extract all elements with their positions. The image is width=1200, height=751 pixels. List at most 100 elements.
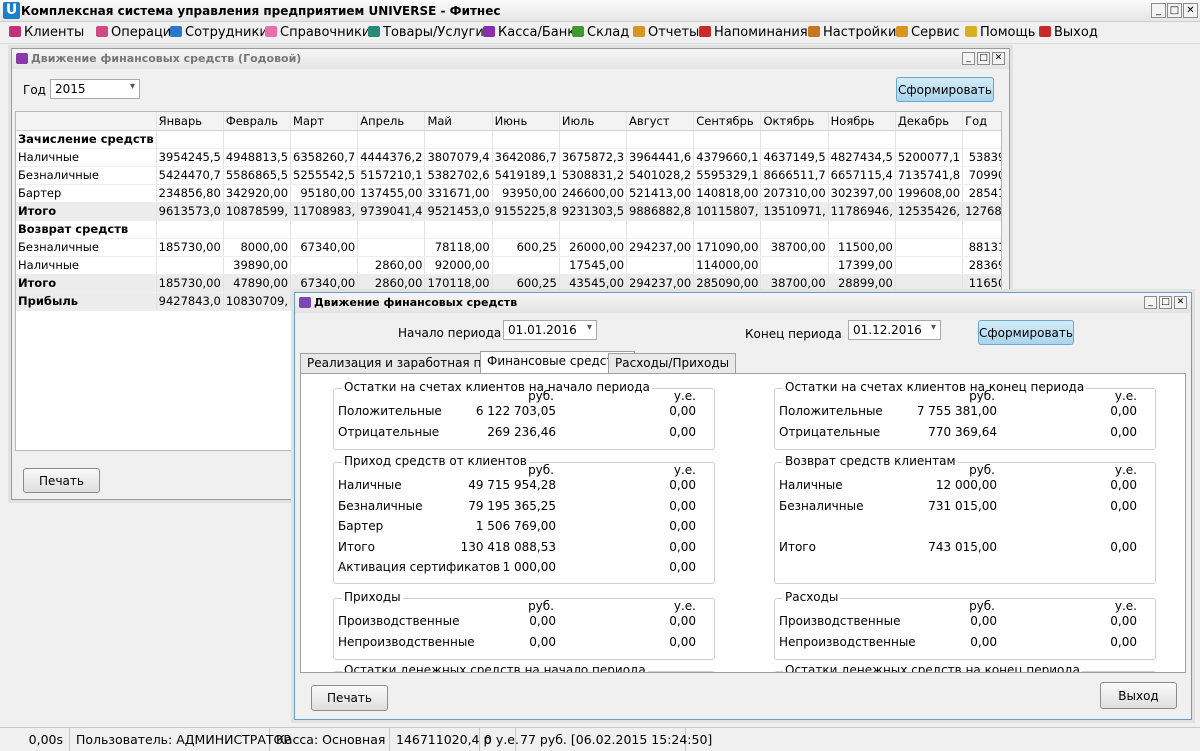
flow-exit-button[interactable]: Выход (1100, 682, 1177, 709)
app-title: Комплексная система управления предприят… (21, 4, 501, 18)
column-header[interactable]: Май (424, 112, 493, 131)
maximize-icon[interactable]: □ (1167, 3, 1182, 18)
table-cell (828, 220, 896, 239)
table-cell: 47890,00 (223, 274, 292, 293)
table-row[interactable]: Бартер 234856,80 342920,00 95180,00 137455,0… (16, 184, 1001, 203)
table-row[interactable]: Наличные 3954245,5 4948813,5 6358260,7 44443… (16, 148, 1001, 167)
finance-row-label: Бартер (338, 519, 384, 533)
table-cell (156, 256, 224, 275)
maximize-icon[interactable]: □ (1159, 296, 1172, 309)
table-cell: 5419189,1 (492, 166, 560, 185)
table-cell: 17399,00 (828, 256, 896, 275)
status-user: Пользователь: АДМИНИСТРАТОР (70, 728, 291, 751)
menu-item-reminders[interactable]: Напоминания (699, 25, 808, 40)
maximize-icon[interactable]: □ (977, 52, 990, 65)
table-cell (492, 220, 560, 239)
close-icon[interactable]: ✕ (992, 52, 1005, 65)
minimize-icon[interactable]: _ (1144, 296, 1157, 309)
finance-row-label: Итого (338, 539, 375, 554)
table-row[interactable]: Итого 185730,00 47890,00 67340,00 2860,00 170… (16, 274, 1001, 293)
close-icon[interactable]: ✕ (1183, 3, 1198, 18)
menu-item-goods[interactable]: Товары/Услуги (368, 25, 484, 40)
column-header[interactable]: Апрель (357, 112, 426, 131)
menu-item-exit[interactable]: Выход (1039, 25, 1098, 40)
table-cell: 43545,00 (559, 274, 628, 293)
flow-print-button[interactable]: Печать (311, 685, 388, 711)
period-end-date[interactable]: 01.12.2016 (848, 320, 941, 340)
menu-item-label: Напоминания (714, 25, 808, 40)
table-cell: 5200077,1 (895, 148, 964, 167)
table-cell: 3954245,5 (156, 148, 224, 167)
table-cell (492, 256, 560, 275)
menu-item-service[interactable]: Сервис (896, 25, 960, 40)
finance-group: Остатки на счетах клиентов на конец пери… (774, 380, 1156, 450)
table-cell: 10878599, (223, 202, 292, 221)
menu-item-label: Склад (587, 25, 630, 40)
table-cell (962, 220, 1001, 239)
column-header[interactable]: Год (962, 112, 1001, 131)
year-select[interactable]: 2015 (50, 79, 140, 99)
finance-row-ue: 0,00 (669, 614, 696, 628)
app-title-bar: U Комплексная система управления предпри… (0, 0, 1200, 22)
table-cell: 95180,00 (290, 184, 359, 203)
menu-item-cash[interactable]: Касса/Банк (483, 25, 575, 40)
table-cell: 3807079,4 (424, 148, 493, 167)
table-row[interactable]: Возврат средств (16, 220, 1001, 239)
table-row[interactable]: Зачисление средств (16, 130, 1001, 149)
table-cell: 38700,00 (760, 274, 829, 293)
ue-header: у.е. (673, 463, 696, 477)
column-header[interactable]: Июнь (492, 112, 560, 131)
minimize-icon[interactable]: _ (962, 52, 975, 65)
ue-header: у.е. (673, 389, 696, 403)
year-label: Год (23, 83, 46, 97)
period-start-date[interactable]: 01.01.2016 (503, 320, 597, 340)
column-header[interactable]: Ноябрь (828, 112, 896, 131)
status-cash: Касса: Основная (270, 728, 390, 751)
table-row[interactable]: Безналичные 185730,00 8000,00 67340,00 78118… (16, 238, 1001, 257)
column-header[interactable]: Февраль (223, 112, 292, 131)
finance-group: Остатки денежных средств на начало перио… (333, 663, 715, 672)
column-header[interactable]: Январь (156, 112, 224, 131)
table-cell: 2854178,8 (962, 184, 1001, 203)
column-header[interactable]: Октябрь (760, 112, 829, 131)
table-row[interactable]: Итого 9613573,0 10878599, 11708983, 9739041,… (16, 202, 1001, 221)
table-cell: 10830709, (223, 292, 292, 311)
settings-icon (808, 26, 820, 37)
directories-icon (265, 26, 277, 37)
column-header[interactable]: Сентябрь (693, 112, 762, 131)
column-header[interactable]: Июль (559, 112, 628, 131)
table-cell (156, 220, 224, 239)
column-header[interactable]: Август (626, 112, 695, 131)
menu-item-settings[interactable]: Настройки (808, 25, 896, 40)
finance-row-rub: 731 015,00 (928, 498, 997, 513)
tab-expenses-income[interactable]: Расходы/Приходы (608, 353, 737, 373)
flow-generate-button[interactable]: Сформировать (978, 320, 1074, 345)
menu-item-directories[interactable]: Справочники (265, 25, 370, 40)
annual-print-button[interactable]: Печать (23, 468, 100, 493)
annual-generate-button[interactable]: Сформировать (896, 77, 994, 102)
column-header[interactable] (16, 112, 157, 131)
table-row[interactable]: Безналичные 5424470,7 5586865,5 5255542,5 51… (16, 166, 1001, 185)
period-start-label: Начало периода (398, 326, 502, 340)
menu-item-label: Настройки (823, 25, 897, 40)
menu-item-operations[interactable]: Операции (96, 25, 180, 40)
menu-item-staff[interactable]: Сотрудники (170, 25, 268, 40)
table-row[interactable]: Наличные 39890,00 2860,00 92000,00 17545,00 1… (16, 256, 1001, 275)
minimize-icon[interactable]: _ (1151, 3, 1166, 18)
column-header[interactable]: Декабрь (895, 112, 964, 131)
table-cell: 342920,00 (223, 184, 292, 203)
ue-header: у.е. (1114, 599, 1137, 613)
table-cell: 26000,00 (559, 238, 628, 257)
finance-row-label: Безналичные (779, 498, 864, 513)
finance-row-label: Итого (779, 539, 816, 554)
close-icon[interactable]: ✕ (1174, 296, 1187, 309)
table-cell (626, 256, 695, 275)
menu-item-clients[interactable]: Клиенты (9, 25, 84, 40)
menu-item-help[interactable]: Помощь (965, 25, 1035, 40)
menu-item-warehouse[interactable]: Склад (572, 25, 629, 40)
column-header[interactable]: Март (290, 112, 359, 131)
table-cell: 4827434,5 (828, 148, 896, 167)
table-cell: 2860,00 (357, 274, 426, 293)
menu-item-reports[interactable]: Отчеты (633, 25, 699, 40)
finance-group: Приходы руб. у.е. Производственные 0,00 0,00 Н… (333, 590, 715, 660)
